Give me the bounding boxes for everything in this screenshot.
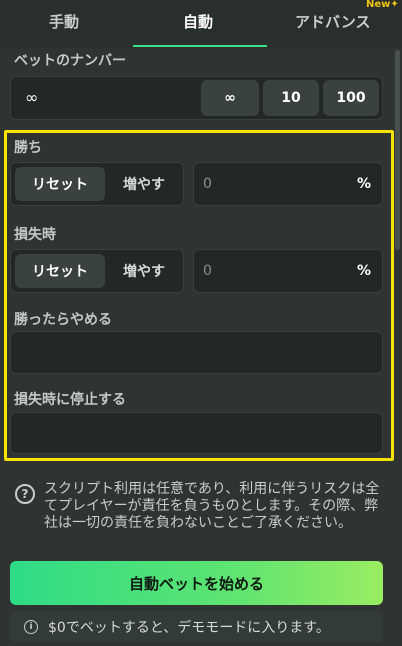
start-autobet-button[interactable]: 自動ベットを始める: [10, 561, 383, 605]
bet-count-value: ∞: [25, 88, 39, 107]
disclaimer-text: スクリプト利用は任意であり、利用に伴うリスクは全てプレイヤーが責任を負うものとし…: [44, 481, 380, 531]
bet-count-label: ベットのナンバー: [14, 53, 126, 69]
preset-infinite-button[interactable]: ∞: [201, 80, 259, 116]
active-tab-indicator: [133, 45, 267, 47]
tab-auto[interactable]: 自動: [183, 11, 213, 32]
scrollbar[interactable]: [395, 50, 400, 250]
tab-advanced[interactable]: アドバンス: [295, 11, 370, 32]
info-icon: i: [24, 619, 38, 634]
new-badge: New✦: [358, 0, 402, 10]
demo-mode-text: $0でベットすると、デモモードに入ります。: [48, 619, 330, 636]
tab-manual[interactable]: 手動: [49, 11, 79, 32]
preset-10-button[interactable]: 10: [263, 80, 319, 116]
sparkle-icon: ✦: [390, 0, 399, 10]
mode-tabs: 手動 自動 アドバンス New✦: [0, 0, 402, 48]
preset-100-button[interactable]: 100: [323, 80, 379, 116]
highlight-frame: [4, 130, 394, 461]
demo-mode-notice: i $0でベットすると、デモモードに入ります。: [10, 611, 383, 642]
